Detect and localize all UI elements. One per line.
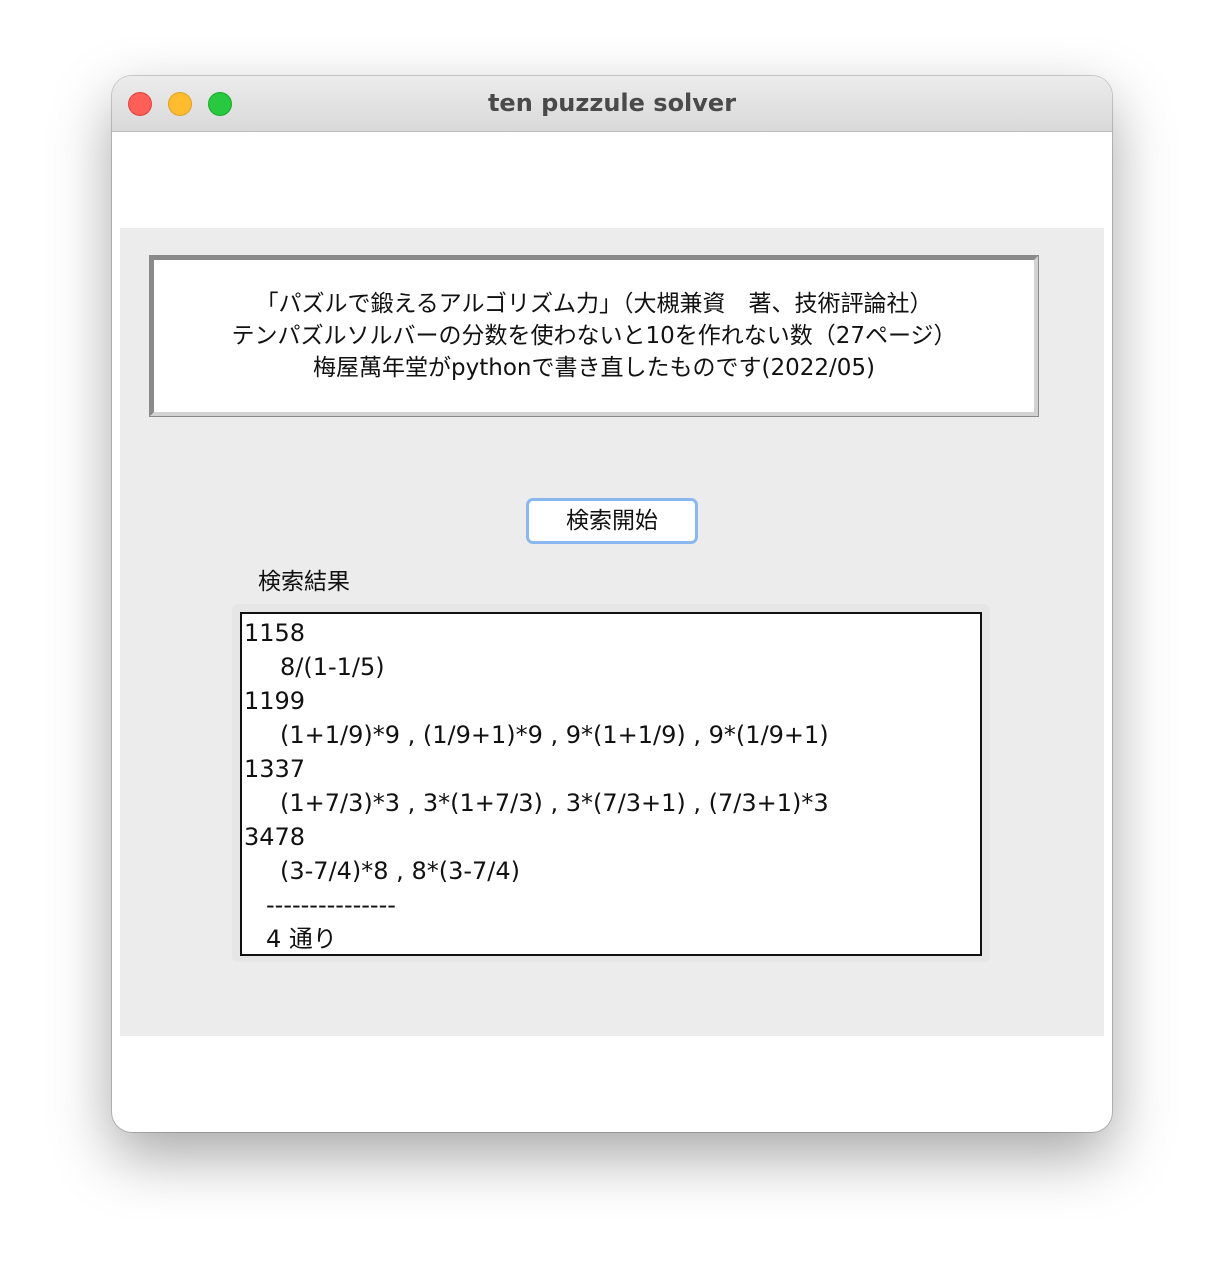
result-expressions: 8/(1-1/5) <box>280 653 385 681</box>
result-number: 3478 <box>244 823 306 851</box>
results-label: 検索結果 <box>258 569 350 595</box>
title-bar[interactable]: ten puzzule solver <box>112 76 1112 132</box>
result-number: 1158 <box>244 619 306 647</box>
info-line-description: テンパズルソルバーの分数を使わないと10を作れない数（27ページ） <box>231 323 957 349</box>
main-panel: 「パズルで鍛えるアルゴリズム力」（大槻兼資 著、技術評論社） テンパズルソルバー… <box>120 228 1104 1036</box>
result-expressions: (3-7/4)*8 , 8*(3-7/4) <box>280 857 520 885</box>
result-separator: --------------- <box>266 891 396 919</box>
window-title: ten puzzule solver <box>487 89 737 117</box>
info-line-author: 梅屋萬年堂がpythonで書き直したものです(2022/05) <box>313 355 875 381</box>
results-textarea[interactable]: 1158 8/(1-1/5) 1199 (1+1/9)*9 , (1/9+1)*… <box>240 612 982 956</box>
result-count: 4 通り <box>266 925 337 953</box>
search-start-button[interactable]: 検索開始 <box>526 498 698 544</box>
result-expressions: (1+7/3)*3 , 3*(1+7/3) , 3*(7/3+1) , (7/3… <box>280 789 829 817</box>
result-expressions: (1+1/9)*9 , (1/9+1)*9 , 9*(1+1/9) , 9*(1… <box>280 721 829 749</box>
result-number: 1337 <box>244 755 306 783</box>
info-line-book: 「パズルで鍛えるアルゴリズム力」（大槻兼資 著、技術評論社） <box>255 291 933 317</box>
info-box: 「パズルで鍛えるアルゴリズム力」（大槻兼資 著、技術評論社） テンパズルソルバー… <box>150 256 1038 416</box>
app-window: ten puzzule solver 「パズルで鍛えるアルゴリズム力」（大槻兼資… <box>112 76 1112 1132</box>
result-number: 1199 <box>244 687 306 715</box>
